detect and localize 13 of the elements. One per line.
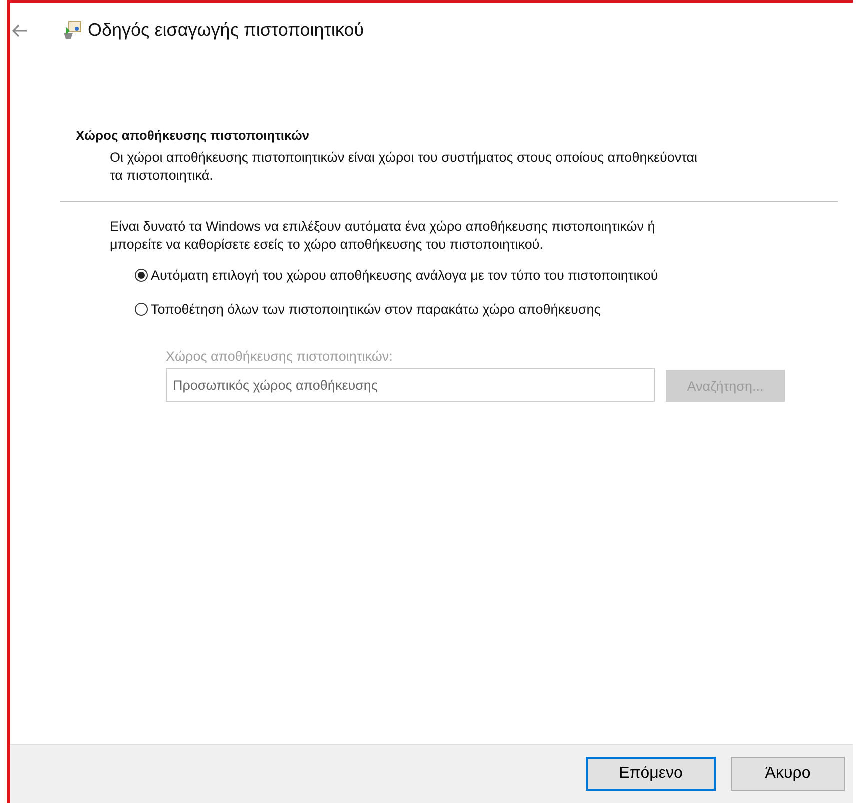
option-label[interactable]: Αυτόματη επιλογή του χώρου αποθήκευσης ανάλογα με τον τύπο του πιστοποιητικού (151, 267, 658, 285)
back-arrow-icon[interactable] (12, 24, 28, 38)
window-title: Οδηγός εισαγωγής πιστοποιητικού (88, 20, 364, 41)
radio-button[interactable] (135, 303, 148, 316)
dialog-button[interactable]: Άκυρο (731, 757, 845, 791)
section-description: Οι χώροι αποθήκευσης πιστοποιητικών είναι χώροι του συστήματος στους οποίους αποθηκεύονται τα πιστοποιητικά. (110, 149, 699, 185)
dialog-button[interactable]: Επόμενο (586, 757, 716, 791)
intro-text: Είναι δυνατό τα Windows να επιλέξουν αυτόματα ένα χώρο αποθήκευσης πιστοποιητικών ή μπορείτε να καθορίσετε εσείς το χώρο αποθήκευσης του πιστοποιητικού. (110, 218, 656, 254)
option-label[interactable]: Τοποθέτηση όλων των πιστοποιητικών στον παρακάτω χώρο αποθήκευσης (151, 301, 601, 319)
section-heading: Χώρος αποθήκευσης πιστοποιητικών (76, 128, 311, 143)
certificate-icon (62, 20, 82, 40)
radio-button[interactable] (135, 269, 148, 282)
field-label: Χώρος αποθήκευσης πιστοποιητικών: (166, 349, 394, 364)
